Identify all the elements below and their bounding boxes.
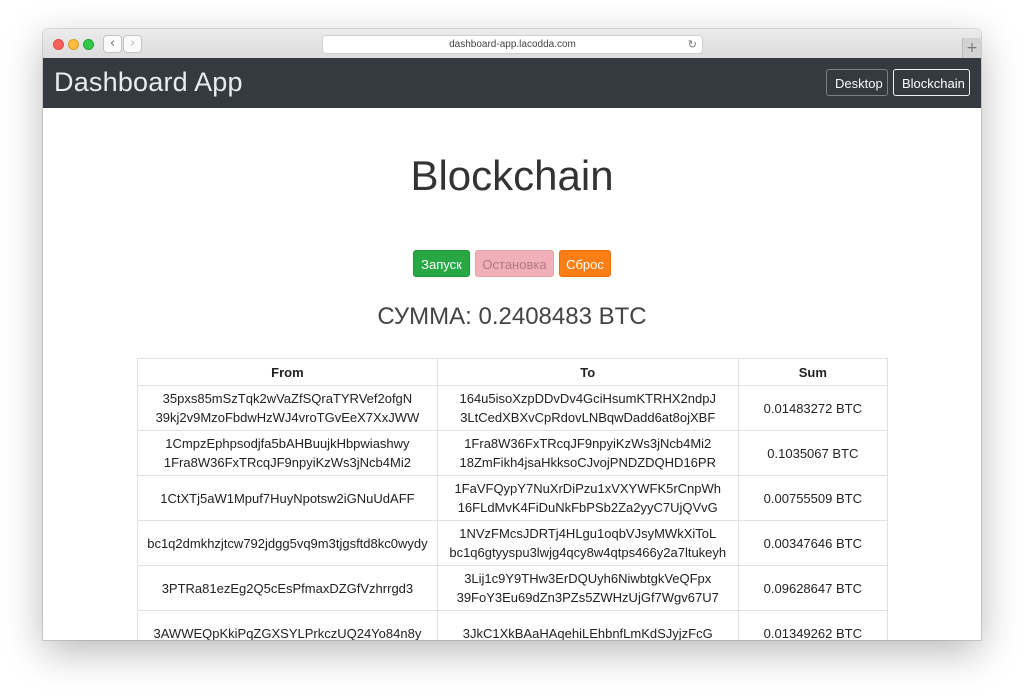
table-row: bc1q2dmkhzjtcw792jdgg5vq9m3tjgsftd8kc0wy…: [137, 520, 889, 566]
sum-cell: 0.1035067 BTC: [737, 430, 889, 476]
close-window-button[interactable]: [53, 39, 64, 50]
to-address: 16FLdMvK4FiDuNkFbPSb2Za2yyC7UjQVvG: [457, 500, 718, 515]
column-header-from: From: [137, 358, 438, 386]
to-address: 39FoY3Eu69dZn3PZs5ZWHzUjGf7Wgv67U7: [456, 590, 719, 605]
from-address: 3PTRa81ezEg2Q5cEsPfmaxDZGfVzhrrgd3: [161, 580, 414, 596]
to-cell: 1FaVFQypY7NuXrDiPzu1xVXYWFK5rCnpWh 16FLdM…: [436, 475, 739, 521]
to-address: bc1q6gtyyspu3lwjg4qcy8w4qtps466y2a7ltuke…: [449, 545, 727, 560]
address-bar[interactable]: dashboard-app.lacodda.com ↻: [322, 35, 703, 54]
column-header-to: To: [436, 358, 739, 386]
main-content: Blockchain Запуск Остановка Сброс СУММА:…: [43, 108, 981, 640]
from-address: 1Fra8W36FxTRcqJF9npyiKzWs3jNcb4Mi2: [163, 455, 411, 470]
from-address: 35pxs85mSzTqk2wVaZfSQraTYRVef2ofgN: [162, 391, 413, 406]
table-row: 1CmpzEphpsodjfa5bAHBuujkHbpwiashwy 1Fra8W…: [137, 430, 889, 476]
forward-arrow-icon[interactable]: ›: [123, 35, 142, 53]
to-cell: 1NVzFMcsJDRTj4HLgu1oqbVJsyMWkXiToL bc1q6g…: [436, 520, 739, 566]
sum-cell: 0.09628647 BTC: [737, 565, 889, 611]
sum-cell: 0.00755509 BTC: [737, 475, 889, 521]
to-address: 3Lij1c9Y9THw3ErDQUyh6NiwbtgkVeQFpx: [464, 571, 712, 586]
to-address: 1Fra8W36FxTRcqJF9npyiKzWs3jNcb4Mi2: [464, 436, 712, 451]
to-cell: 1Fra8W36FxTRcqJF9npyiKzWs3jNcb4Mi2 18ZmFi…: [436, 430, 739, 476]
to-address: 1FaVFQypY7NuXrDiPzu1xVXYWFK5rCnpWh: [454, 481, 722, 496]
to-cell: 3JkC1XkBAaHAqehiLEhbnfLmKdSJyjzFcG: [436, 610, 739, 641]
address-bar-url: dashboard-app.lacodda.com: [449, 39, 576, 50]
to-address: 3LtCedXBXvCpRdovLNBqwDadd6at8ojXBF: [460, 410, 716, 425]
total-sum: СУММА: 0.2408483 BTC: [377, 303, 647, 330]
column-header-sum: Sum: [737, 358, 889, 386]
from-cell: 3AWWEQpKkiPqZGXSYLPrkczUQ24Yo84n8y: [137, 610, 438, 641]
from-address: bc1q2dmkhzjtcw792jdgg5vq9m3tjgsftd8kc0wy…: [147, 535, 428, 551]
nav-link-desktop[interactable]: Desktop: [826, 69, 888, 96]
start-button[interactable]: Запуск: [413, 250, 470, 277]
to-cell: 3Lij1c9Y9THw3ErDQUyh6NiwbtgkVeQFpx 39FoY3…: [436, 565, 739, 611]
to-address: 3JkC1XkBAaHAqehiLEhbnfLmKdSJyjzFcG: [462, 625, 713, 641]
stop-button[interactable]: Остановка: [475, 250, 554, 277]
new-tab-button[interactable]: +: [962, 38, 981, 58]
table-row: 35pxs85mSzTqk2wVaZfSQraTYRVef2ofgN 39kj2v…: [137, 385, 889, 431]
sum-cell: 0.00347646 BTC: [737, 520, 889, 566]
sum-cell: 0.01483272 BTC: [737, 385, 889, 431]
reset-button[interactable]: Сброс: [559, 250, 611, 277]
from-cell: 3PTRa81ezEg2Q5cEsPfmaxDZGfVzhrrgd3: [137, 565, 438, 611]
to-address: 164u5isoXzpDDvDv4GciHsumKTRHX2ndpJ: [459, 391, 716, 406]
sum-cell: 0.01349262 BTC: [737, 610, 889, 640]
from-address: 3AWWEQpKkiPqZGXSYLPrkczUQ24Yo84n8y: [153, 625, 422, 641]
table-row: 1CtXTj5aW1Mpuf7HuyNpotsw2iGNuUdAFF 1FaVF…: [137, 475, 889, 521]
browser-window: ‹ › dashboard-app.lacodda.com ↻ + Dashbo…: [43, 29, 981, 640]
page-title: Blockchain: [410, 152, 614, 199]
to-address: 18ZmFikh4jsaHkksoCJvojPNDZDQHD16PR: [459, 455, 716, 470]
back-arrow-icon[interactable]: ‹: [103, 35, 122, 53]
nav-link-blockchain[interactable]: Blockchain: [893, 69, 970, 96]
zoom-window-button[interactable]: [83, 39, 94, 50]
reload-icon[interactable]: ↻: [688, 36, 697, 53]
table-row: 3PTRa81ezEg2Q5cEsPfmaxDZGfVzhrrgd3 3Lij1…: [137, 565, 889, 611]
from-cell: 1CtXTj5aW1Mpuf7HuyNpotsw2iGNuUdAFF: [137, 475, 438, 521]
from-address: 1CtXTj5aW1Mpuf7HuyNpotsw2iGNuUdAFF: [160, 490, 415, 506]
table-row: 3AWWEQpKkiPqZGXSYLPrkczUQ24Yo84n8y 3JkC1…: [137, 610, 889, 641]
to-cell: 164u5isoXzpDDvDv4GciHsumKTRHX2ndpJ 3LtCed…: [436, 385, 739, 431]
table-header-row: From To Sum: [137, 358, 889, 386]
transactions-table: From To Sum 35pxs85mSzTqk2wVaZfSQraTYRVe…: [137, 358, 889, 641]
navbar-brand[interactable]: Dashboard App: [54, 67, 243, 98]
minimize-window-button[interactable]: [68, 39, 79, 50]
from-cell: bc1q2dmkhzjtcw792jdgg5vq9m3tjgsftd8kc0wy…: [137, 520, 438, 566]
from-address: 39kj2v9MzoFbdwHzWJ4vroTGvEeX7XxJWW: [155, 410, 420, 425]
browser-titlebar: ‹ › dashboard-app.lacodda.com ↻ +: [43, 29, 981, 59]
from-cell: 35pxs85mSzTqk2wVaZfSQraTYRVef2ofgN 39kj2v…: [137, 385, 438, 431]
from-cell: 1CmpzEphpsodjfa5bAHBuujkHbpwiashwy 1Fra8W…: [137, 430, 438, 476]
to-address: 1NVzFMcsJDRTj4HLgu1oqbVJsyMWkXiToL: [459, 526, 717, 541]
from-address: 1CmpzEphpsodjfa5bAHBuujkHbpwiashwy: [165, 436, 410, 451]
app-navbar: Dashboard App Desktop Blockchain: [43, 58, 981, 108]
